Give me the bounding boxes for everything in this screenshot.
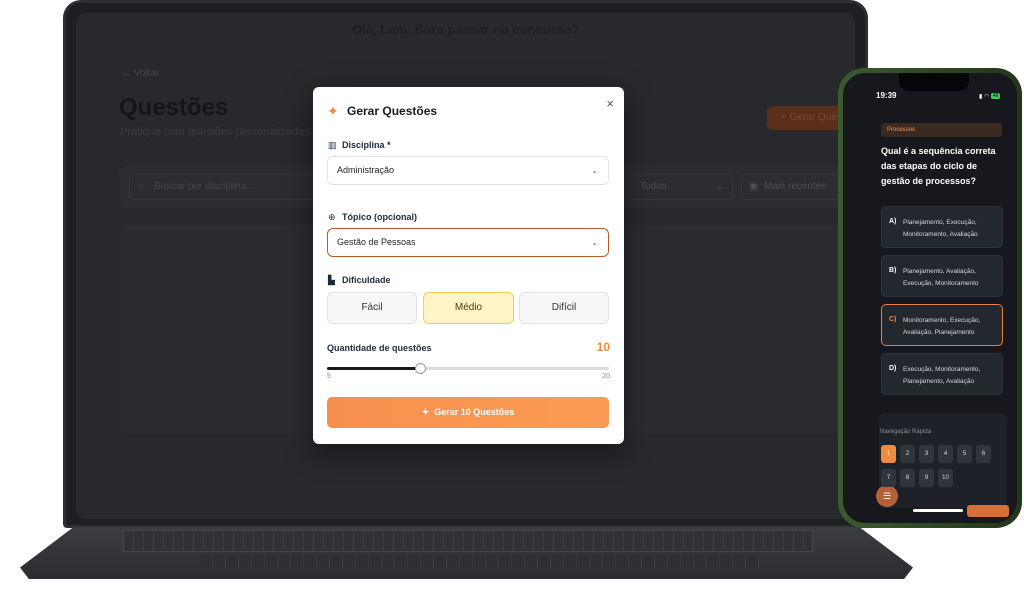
disciplina-label: Disciplina * (342, 140, 391, 150)
close-icon[interactable]: × (606, 97, 614, 110)
status-icons: ▮ ◠ 46 (979, 93, 1001, 100)
sparkles-icon: ✦ (421, 407, 435, 417)
laptop-screen: Olá, Lani. Bora passar no concurso? ← Vo… (76, 13, 855, 519)
disciplina-select[interactable]: Administração ⌄ (327, 156, 609, 185)
option-key: A) (889, 218, 897, 225)
quick-nav-button[interactable]: 6 (976, 445, 991, 463)
battery-icon: 46 (990, 93, 1001, 99)
menu-icon[interactable]: ☰ (876, 485, 898, 507)
option-key: C) (889, 316, 897, 323)
option-b[interactable]: B) Planejamento, Avaliação, Execução, Mo… (881, 255, 1003, 297)
option-text: Planejamento, Execução, Monitoramento, A… (903, 219, 978, 238)
quick-nav-button[interactable]: 5 (957, 445, 972, 463)
mockup-stage: Olá, Lani. Bora passar no concurso? ← Vo… (0, 0, 1024, 597)
quick-nav-button[interactable]: 3 (919, 445, 934, 463)
topico-value: Gestão de Pessoas (337, 237, 416, 247)
greeting-header: Olá, Lani. Bora passar no concurso? (352, 22, 579, 37)
phone-time: 19:39 (876, 91, 897, 100)
dificuldade-label: Dificuldade (342, 275, 391, 285)
quick-nav-button[interactable]: 2 (900, 445, 915, 463)
topic-tag: Processos (881, 123, 1002, 137)
laptop-keyboard-row (200, 555, 760, 568)
difficulty-facil-button[interactable]: Fácil (327, 292, 417, 324)
option-key: B) (889, 267, 897, 274)
difficulty-medio-button[interactable]: Médio (423, 292, 514, 324)
globe-icon: ⊕ (328, 212, 336, 222)
quick-nav-button[interactable]: 1 (881, 445, 896, 463)
status-filter-select[interactable]: Todos ⌄ (629, 174, 733, 200)
slider-fill (327, 367, 421, 370)
option-a[interactable]: A) Planejamento, Execução, Monitoramento… (881, 206, 1003, 248)
difficulty-dificil-button[interactable]: Difícil (519, 292, 609, 324)
quick-nav-button[interactable]: 4 (938, 445, 953, 463)
option-key: D) (889, 365, 897, 372)
calendar-icon: ▣ (749, 181, 759, 192)
option-text: Monitoramento, Execução, Avaliação, Plan… (903, 317, 981, 336)
generate-submit-label: Gerar 10 Questões (434, 407, 515, 417)
topico-label: Tópico (opcional) (342, 212, 417, 222)
laptop: Olá, Lani. Bora passar no concurso? ← Vo… (63, 0, 868, 528)
chevron-down-icon: ⌄ (591, 166, 598, 175)
search-icon: ○ (138, 181, 145, 192)
page-subtitle: Pratique com questões personalizadas (120, 126, 310, 138)
chevron-down-icon: ⌄ (715, 181, 724, 192)
next-button[interactable] (967, 505, 1009, 517)
chevron-down-icon: ⌄ (591, 238, 598, 247)
phone-screen: 19:39 ▮ ◠ 46 Processos Qual é a sequênci… (843, 73, 1017, 523)
home-indicator (913, 509, 963, 512)
slider-max-label: 20 (602, 373, 610, 380)
page-title: Questões (119, 94, 229, 121)
question-text: Qual é a sequência correta das etapas do… (881, 146, 996, 186)
book-icon: ▥ (328, 140, 337, 150)
slider-min-label: 5 (327, 373, 331, 380)
generate-questions-modal: ✦ Gerar Questões × ▥ Disciplina * Admini… (313, 87, 624, 444)
quick-nav-button[interactable]: 7 (881, 469, 896, 487)
phone-notch (899, 73, 969, 91)
status-filter-label: Todos (640, 181, 667, 192)
modal-title: Gerar Questões (347, 104, 438, 118)
quick-nav-label: Navegação Rápida (880, 429, 932, 435)
option-text: Execução, Monitoramento, Planejamento, A… (903, 366, 981, 385)
generate-submit-button[interactable]: ✦ Gerar 10 Questões (327, 397, 609, 428)
bar-chart-icon: ▙ (328, 275, 335, 285)
option-c[interactable]: C) Monitoramento, Execução, Avaliação, P… (881, 304, 1003, 346)
sort-label: Mais recentes (764, 181, 827, 192)
disciplina-value: Administração (337, 165, 395, 175)
quick-nav-button[interactable]: 10 (938, 469, 953, 487)
laptop-keyboard (123, 530, 813, 552)
phone: 19:39 ▮ ◠ 46 Processos Qual é a sequênci… (838, 68, 1022, 528)
option-text: Planejamento, Avaliação, Execução, Monit… (903, 268, 979, 287)
search-placeholder: Buscar por disciplina... (154, 181, 255, 192)
topico-select[interactable]: Gestão de Pessoas ⌄ (327, 228, 609, 257)
quantidade-value: 10 (596, 340, 610, 354)
option-d[interactable]: D) Execução, Monitoramento, Planejamento… (881, 353, 1003, 395)
quantity-slider[interactable] (327, 363, 609, 374)
slider-handle[interactable] (415, 363, 427, 374)
quick-nav-button[interactable]: 8 (900, 469, 915, 487)
quick-nav-button[interactable]: 9 (919, 469, 934, 487)
search-input[interactable]: ○ Buscar por disciplina... (129, 174, 329, 200)
sort-select[interactable]: ▣ Mais recentes (741, 174, 841, 200)
sparkles-icon: ✦ (327, 103, 339, 119)
quantidade-label: Quantidade de questões (327, 343, 432, 353)
back-link[interactable]: ← Voltar (121, 68, 159, 79)
